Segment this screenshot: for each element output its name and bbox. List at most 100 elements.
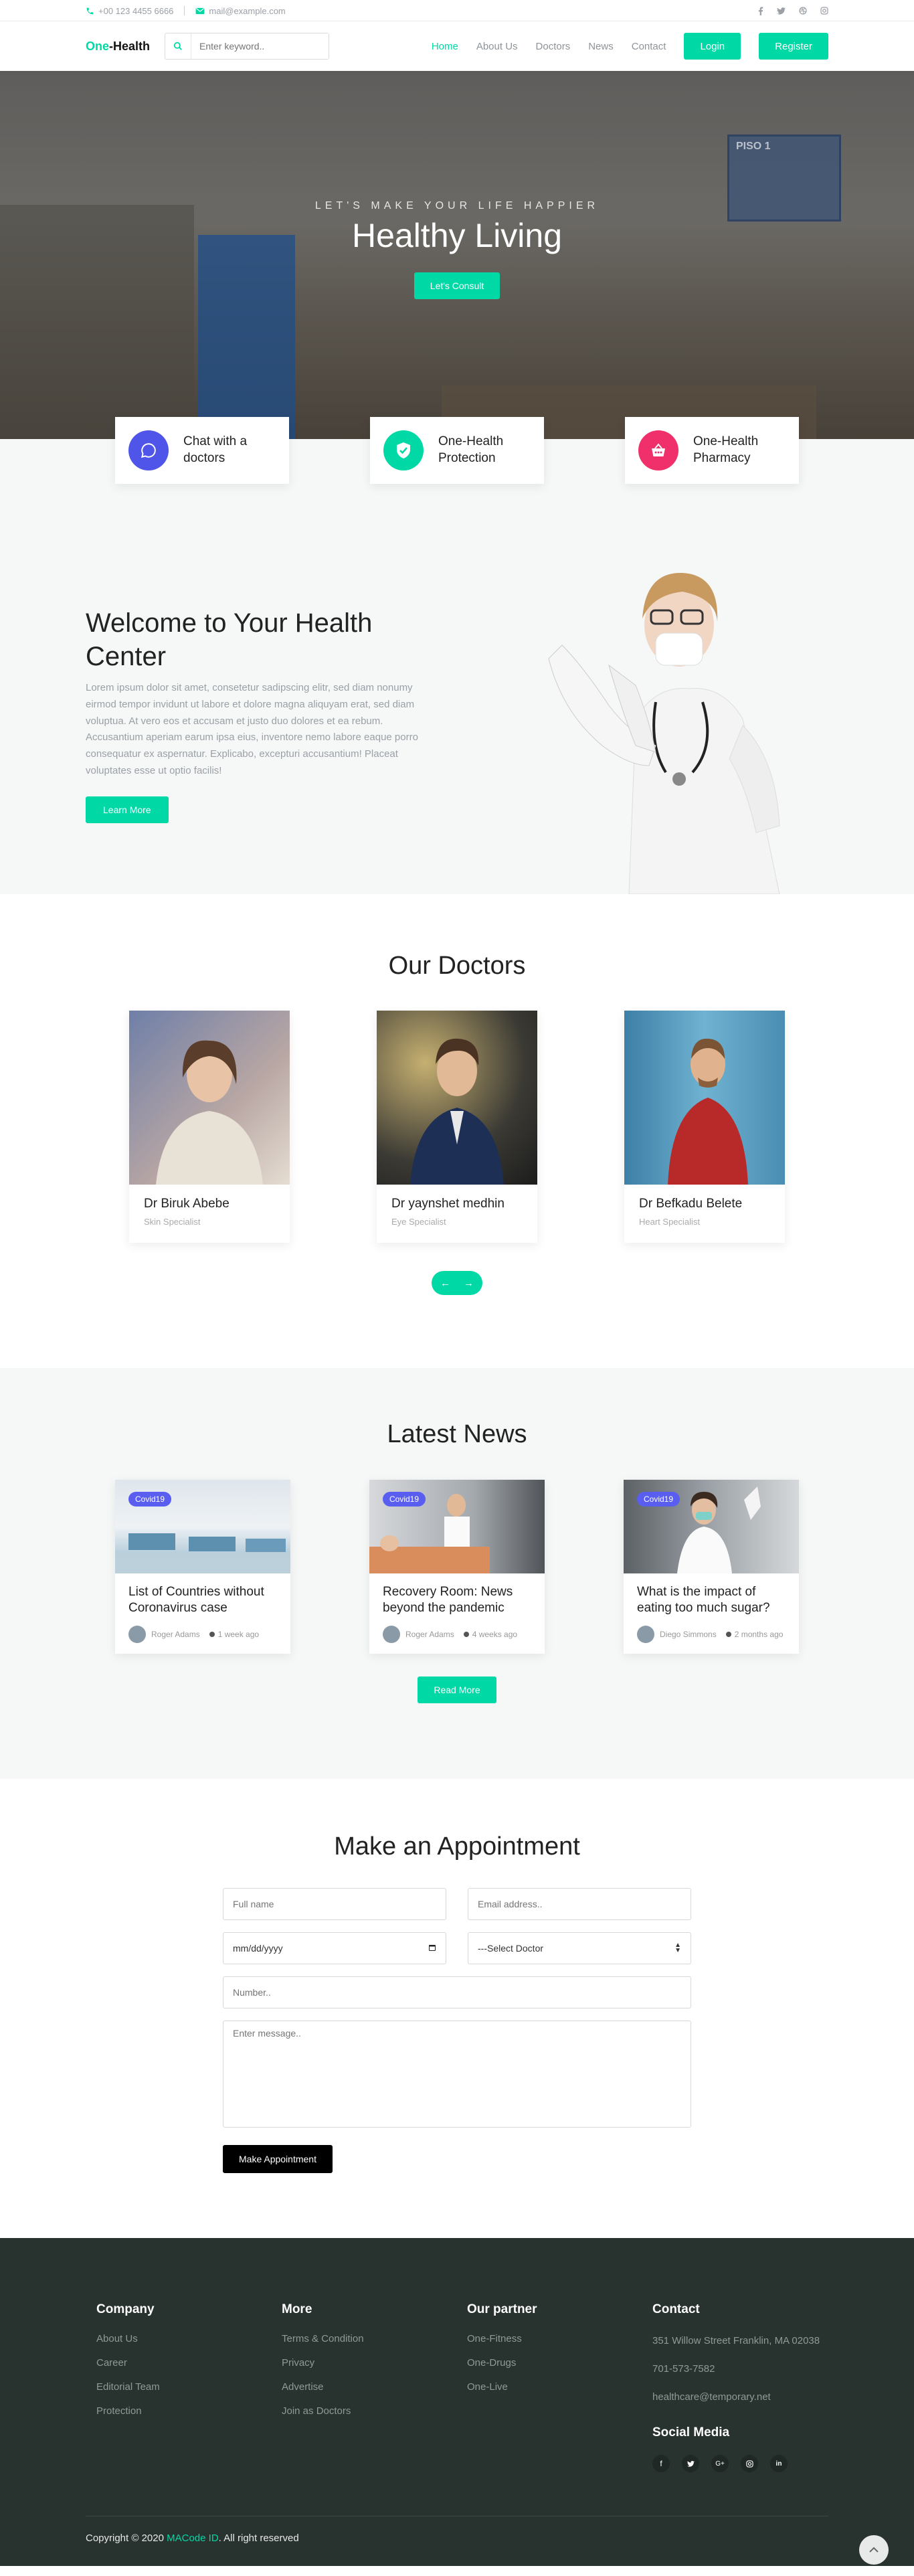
welcome-title: Welcome to Your Health Center [86, 608, 373, 671]
appointment-title: Make an Appointment [334, 1832, 580, 1861]
read-more-wrap: Read More [0, 1676, 914, 1703]
footer-partner: Our partner One-Fitness One-Drugs One-Li… [456, 2302, 642, 2472]
appointment-section: Make an Appointment mm/dd/yyyy ---Select… [0, 1779, 914, 2238]
nav-contact[interactable]: Contact [632, 41, 666, 52]
news-meta: Diego Simmons 2 months ago [637, 1625, 786, 1643]
logo-part2: -Health [109, 39, 151, 53]
site-logo[interactable]: One-Health [86, 39, 150, 54]
email-input[interactable] [468, 1888, 691, 1920]
feature-card-protection[interactable]: One-Health Protection [370, 417, 544, 484]
footer-heading: Contact [652, 2302, 700, 2316]
nav-about[interactable]: About Us [476, 41, 518, 52]
doctor-specialty: Heart Specialist [639, 1217, 701, 1227]
arrow-right-icon[interactable]: → [464, 1278, 474, 1289]
news-badge[interactable]: Covid19 [128, 1492, 172, 1507]
phone-contact[interactable]: +00 123 4455 6666 [86, 6, 173, 16]
basket-icon [638, 430, 678, 470]
feature-card-pharmacy[interactable]: One-Health Pharmacy [625, 417, 799, 484]
facebook-icon[interactable]: f [652, 2455, 670, 2472]
doctor-card[interactable]: Dr Befkadu Belete Heart Specialist [624, 1011, 785, 1243]
navbar: One-Health Home About Us Doctors News Co… [0, 21, 914, 71]
footer-more: More Terms & Condition Privacy Advertise… [271, 2302, 456, 2472]
news-title-text[interactable]: Recovery Room: News beyond the pandemic [383, 1584, 531, 1616]
footer-link[interactable]: Terms & Condition [282, 2333, 456, 2344]
search-input[interactable] [191, 33, 329, 59]
feature-label: One-Health Pharmacy [693, 434, 759, 465]
feature-card-chat[interactable]: Chat with a doctors [115, 417, 289, 484]
doctor-specialty: Eye Specialist [391, 1217, 446, 1227]
instagram-icon[interactable] [741, 2455, 758, 2472]
back-to-top-button[interactable] [859, 2535, 889, 2565]
news-time: 2 months ago [734, 1629, 784, 1639]
footer-link[interactable]: One-Drugs [467, 2357, 642, 2369]
features-section: Chat with a doctors One-Health Protectio… [0, 417, 914, 894]
google-plus-icon[interactable]: G+ [711, 2455, 729, 2472]
doctor-card[interactable]: Dr yaynshet medhin Eye Specialist [377, 1011, 537, 1243]
footer-link[interactable]: Privacy [282, 2357, 456, 2369]
news-card[interactable]: Covid19 What is the impact of eating too… [624, 1480, 799, 1654]
number-input[interactable] [223, 1976, 691, 2008]
sign-text: PISO 1 [736, 141, 771, 152]
login-button[interactable]: Login [684, 33, 741, 60]
doctors-title: Our Doctors [388, 952, 526, 980]
news-badge[interactable]: Covid19 [637, 1492, 680, 1507]
footer-link[interactable]: Join as Doctors [282, 2405, 456, 2417]
avatar [383, 1625, 400, 1643]
envelope-icon [195, 7, 205, 15]
doctors-carousel: Dr Biruk Abebe Skin Specialist Dr yaynsh… [129, 1011, 785, 1243]
news-badge[interactable]: Covid19 [383, 1492, 426, 1507]
doctor-select[interactable]: ---Select Doctor ▲ ▼ [468, 1932, 691, 1964]
fullname-input[interactable] [223, 1888, 446, 1920]
footer-link[interactable]: Editorial Team [96, 2381, 271, 2393]
appointment-form: mm/dd/yyyy ---Select Doctor ▲▼ Make Appo… [223, 1888, 691, 2173]
carousel-nav: ← → [0, 1271, 914, 1295]
hero-content: LET'S MAKE YOUR LIFE HAPPIER Healthy Liv… [0, 200, 914, 299]
email-contact[interactable]: mail@example.com [195, 6, 286, 16]
news-card[interactable]: Covid19 List of Countries without Corona… [115, 1480, 290, 1654]
date-input[interactable]: mm/dd/yyyy [223, 1932, 446, 1964]
news-author: Roger Adams [405, 1629, 454, 1639]
doctor-name: Dr Biruk Abebe [144, 1197, 230, 1211]
footer-phone[interactable]: 701-573-7582 [652, 2361, 827, 2377]
footer-link[interactable]: Career [96, 2357, 271, 2369]
nav-home[interactable]: Home [432, 41, 458, 52]
search-button[interactable] [165, 33, 192, 59]
make-appointment-button[interactable]: Make Appointment [223, 2145, 333, 2173]
footer-link[interactable]: One-Live [467, 2381, 642, 2393]
logo-part1: One [86, 39, 110, 53]
register-button[interactable]: Register [759, 33, 828, 60]
nav-doctors[interactable]: Doctors [536, 41, 571, 52]
hero-section: PISO 1 LET'S MAKE YOUR LIFE HAPPIER Heal… [0, 71, 914, 439]
news-photo: Covid19 [115, 1480, 290, 1573]
date-placeholder: mm/dd/yyyy [233, 1943, 283, 1954]
twitter-icon[interactable] [682, 2455, 699, 2472]
doctor-name: Dr Befkadu Belete [639, 1197, 743, 1211]
doctor-card[interactable]: Dr Biruk Abebe Skin Specialist [129, 1011, 290, 1243]
copyright: Copyright © 2020 MACode ID. All right re… [86, 2516, 828, 2544]
consult-button[interactable]: Let's Consult [414, 272, 500, 299]
message-input[interactable] [223, 2021, 691, 2128]
read-more-button[interactable]: Read More [418, 1676, 496, 1703]
linkedin-icon[interactable]: in [770, 2455, 788, 2472]
footer-link[interactable]: One-Fitness [467, 2333, 642, 2344]
phone-icon [86, 7, 94, 15]
arrow-left-icon[interactable]: ← [440, 1278, 450, 1289]
twitter-icon[interactable] [777, 7, 786, 15]
news-section: Latest News Covid19 List of Countries wi… [0, 1368, 914, 1779]
learn-more-button[interactable]: Learn More [86, 796, 169, 823]
avatar [637, 1625, 654, 1643]
instagram-icon[interactable] [820, 7, 828, 15]
brand-link[interactable]: MACode ID [167, 2532, 219, 2544]
nav-news[interactable]: News [588, 41, 614, 52]
footer-link[interactable]: About Us [96, 2333, 271, 2344]
news-photo: Covid19 [624, 1480, 799, 1573]
divider [184, 6, 185, 15]
dribbble-icon[interactable] [799, 7, 807, 15]
footer-link[interactable]: Protection [96, 2405, 271, 2417]
facebook-icon[interactable] [758, 6, 763, 15]
footer-email[interactable]: healthcare@temporary.net [652, 2389, 827, 2405]
news-title-text[interactable]: List of Countries without Coronavirus ca… [128, 1584, 277, 1616]
news-card[interactable]: Covid19 Recovery Room: News beyond the p… [369, 1480, 545, 1654]
footer-link[interactable]: Advertise [282, 2381, 456, 2393]
news-title-text[interactable]: What is the impact of eating too much su… [637, 1584, 786, 1616]
